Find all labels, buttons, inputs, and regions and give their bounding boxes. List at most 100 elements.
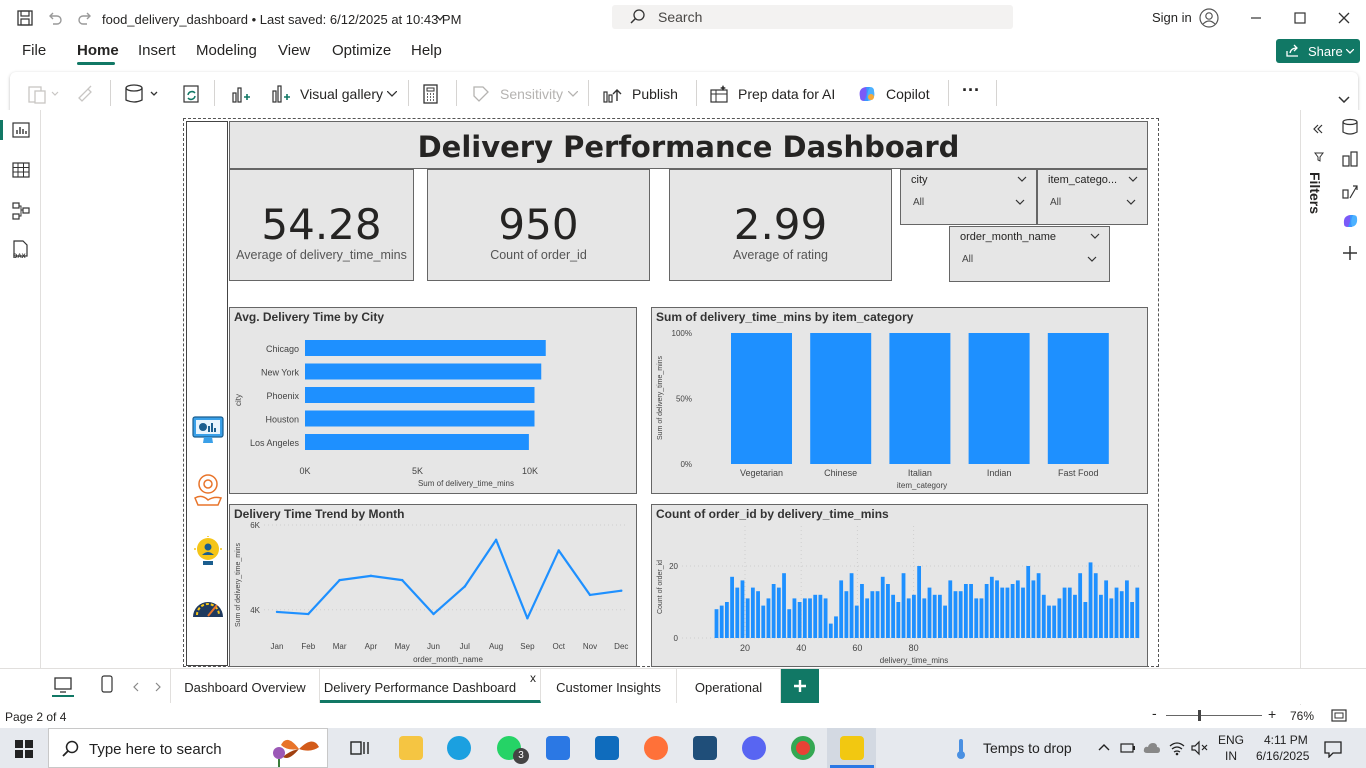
chart-delivery-trend-by-month[interactable]: Delivery Time Trend by Month 4K 6K Jan Feb M…	[229, 504, 637, 667]
close-tab-button[interactable]: x	[528, 671, 538, 685]
collapse-ribbon-icon[interactable]	[1338, 96, 1350, 103]
chevron-down-icon[interactable]	[387, 91, 397, 97]
zoom-slider-thumb[interactable]	[1198, 710, 1201, 721]
slicer-item-category[interactable]: item_catego... All	[1037, 169, 1148, 225]
publish-icon[interactable]	[602, 83, 624, 105]
tab-dashboard-overview[interactable]: Dashboard Overview	[171, 669, 320, 703]
chrome-icon[interactable]	[791, 736, 815, 760]
chevron-down-icon[interactable]	[1128, 176, 1138, 182]
zoom-slider-track[interactable]	[1166, 715, 1262, 716]
data-pane-icon[interactable]	[1341, 118, 1359, 136]
filter-icon[interactable]	[1314, 152, 1324, 162]
chevron-up-icon[interactable]	[1098, 743, 1110, 751]
thermometer-icon[interactable]	[955, 738, 967, 760]
tab-operational[interactable]: Operational	[677, 669, 781, 703]
language-code[interactable]: ENG	[1218, 733, 1244, 747]
prep-data-icon[interactable]	[709, 83, 731, 105]
windows-start-icon[interactable]	[15, 740, 33, 758]
publish-button[interactable]: Publish	[632, 86, 678, 102]
chevron-down-icon[interactable]	[1015, 199, 1025, 205]
zoom-level[interactable]: 76%	[1290, 709, 1314, 723]
add-page-button[interactable]	[781, 669, 819, 703]
fit-to-page-icon[interactable]	[1331, 709, 1347, 722]
format-pane-icon[interactable]	[1341, 150, 1359, 168]
outlook-icon[interactable]	[595, 736, 619, 760]
notifications-icon[interactable]	[1324, 740, 1342, 758]
sign-in-link[interactable]: Sign in	[1152, 10, 1192, 25]
kpi-card-order-count[interactable]: 950 Count of order_id	[427, 169, 650, 281]
filters-pane-label[interactable]: Filters	[1307, 170, 1329, 220]
search-box[interactable]: Search	[612, 5, 1013, 29]
menu-insert[interactable]: Insert	[138, 42, 176, 59]
menu-help[interactable]: Help	[411, 42, 442, 59]
refresh-icon[interactable]	[182, 84, 202, 104]
region-code[interactable]: IN	[1225, 749, 1237, 763]
slicer-value[interactable]: All	[913, 197, 924, 208]
store-icon[interactable]	[546, 736, 570, 760]
undo-icon[interactable]	[47, 10, 63, 26]
firefox-icon[interactable]	[644, 736, 668, 760]
share-button[interactable]: Share	[1276, 39, 1360, 63]
chevron-down-icon[interactable]	[1087, 256, 1097, 262]
tab-delivery-performance[interactable]: Delivery Performance Dashboard x	[320, 669, 541, 703]
save-icon[interactable]	[17, 10, 33, 26]
redo-icon[interactable]	[77, 10, 93, 26]
more-options-button[interactable]: ···	[962, 80, 980, 101]
scroll-left-icon[interactable]	[133, 682, 139, 692]
edge-browser-icon[interactable]	[447, 736, 471, 760]
zoom-in-button[interactable]: +	[1268, 706, 1276, 722]
slicer-value[interactable]: All	[1050, 197, 1061, 208]
chart-order-count-by-delivery-time[interactable]: Count of order_id by delivery_time_mins …	[651, 504, 1148, 667]
get-data-icon[interactable]	[124, 83, 162, 105]
vscode-icon[interactable]	[693, 736, 717, 760]
chevron-down-icon[interactable]	[436, 15, 444, 21]
battery-icon[interactable]	[1120, 740, 1136, 756]
scroll-right-icon[interactable]	[155, 682, 161, 692]
copilot-pane-icon[interactable]	[1341, 212, 1359, 230]
minimize-icon[interactable]	[1250, 12, 1262, 24]
new-visual-icon[interactable]	[230, 83, 252, 105]
chart-avg-delivery-by-city[interactable]: Avg. Delivery Time by City Chicago New Yo…	[229, 307, 637, 494]
cloud-icon[interactable]	[1143, 740, 1161, 756]
customer-care-icon[interactable]	[192, 472, 224, 508]
chevron-down-icon[interactable]	[1017, 176, 1027, 182]
dax-query-view-icon[interactable]: DAX	[11, 240, 31, 260]
insight-bulb-icon[interactable]	[193, 536, 223, 570]
calculator-icon[interactable]	[422, 83, 440, 105]
slicer-value[interactable]: All	[962, 254, 973, 265]
prep-data-button[interactable]: Prep data for AI	[738, 86, 835, 102]
menu-optimize[interactable]: Optimize	[332, 42, 391, 59]
weather-text[interactable]: Temps to drop	[983, 740, 1072, 756]
slicer-city[interactable]: city All	[900, 169, 1037, 225]
visual-gallery-button[interactable]: Visual gallery	[300, 86, 383, 102]
chevron-down-icon[interactable]	[1126, 199, 1136, 205]
expand-pane-icon[interactable]	[1313, 124, 1323, 134]
menu-home[interactable]: Home	[77, 42, 119, 59]
chart-delivery-by-category[interactable]: Sum of delivery_time_mins by item_catego…	[651, 307, 1148, 494]
speedometer-icon[interactable]	[190, 594, 226, 620]
chevron-down-icon[interactable]	[1090, 233, 1100, 239]
user-avatar-icon[interactable]	[1199, 8, 1219, 28]
tab-customer-insights[interactable]: Customer Insights	[541, 669, 677, 703]
copilot-icon[interactable]	[856, 83, 878, 105]
kpi-card-avg-rating[interactable]: 2.99 Average of rating	[669, 169, 892, 281]
build-visual-icon[interactable]	[1341, 182, 1359, 200]
zoom-out-button[interactable]: -	[1152, 705, 1157, 721]
model-view-icon[interactable]	[12, 202, 30, 220]
slicer-order-month[interactable]: order_month_name All	[949, 226, 1110, 282]
file-name[interactable]: food_delivery_dashboard • Last saved: 6/…	[102, 12, 461, 27]
power-bi-icon[interactable]	[840, 736, 864, 760]
add-pane-icon[interactable]	[1341, 244, 1359, 262]
close-icon[interactable]	[1338, 12, 1350, 24]
mobile-layout-icon[interactable]	[101, 675, 113, 693]
maximize-icon[interactable]	[1294, 12, 1306, 24]
menu-file[interactable]: File	[22, 42, 46, 59]
discord-icon[interactable]	[742, 736, 766, 760]
menu-view[interactable]: View	[278, 42, 310, 59]
desktop-layout-icon[interactable]	[54, 676, 72, 694]
taskbar-search-box[interactable]: Type here to search	[48, 728, 328, 768]
report-view-icon[interactable]	[12, 122, 30, 138]
wifi-icon[interactable]	[1168, 740, 1186, 756]
dashboard-monitor-icon[interactable]	[191, 414, 225, 446]
volume-muted-icon[interactable]	[1190, 740, 1208, 756]
